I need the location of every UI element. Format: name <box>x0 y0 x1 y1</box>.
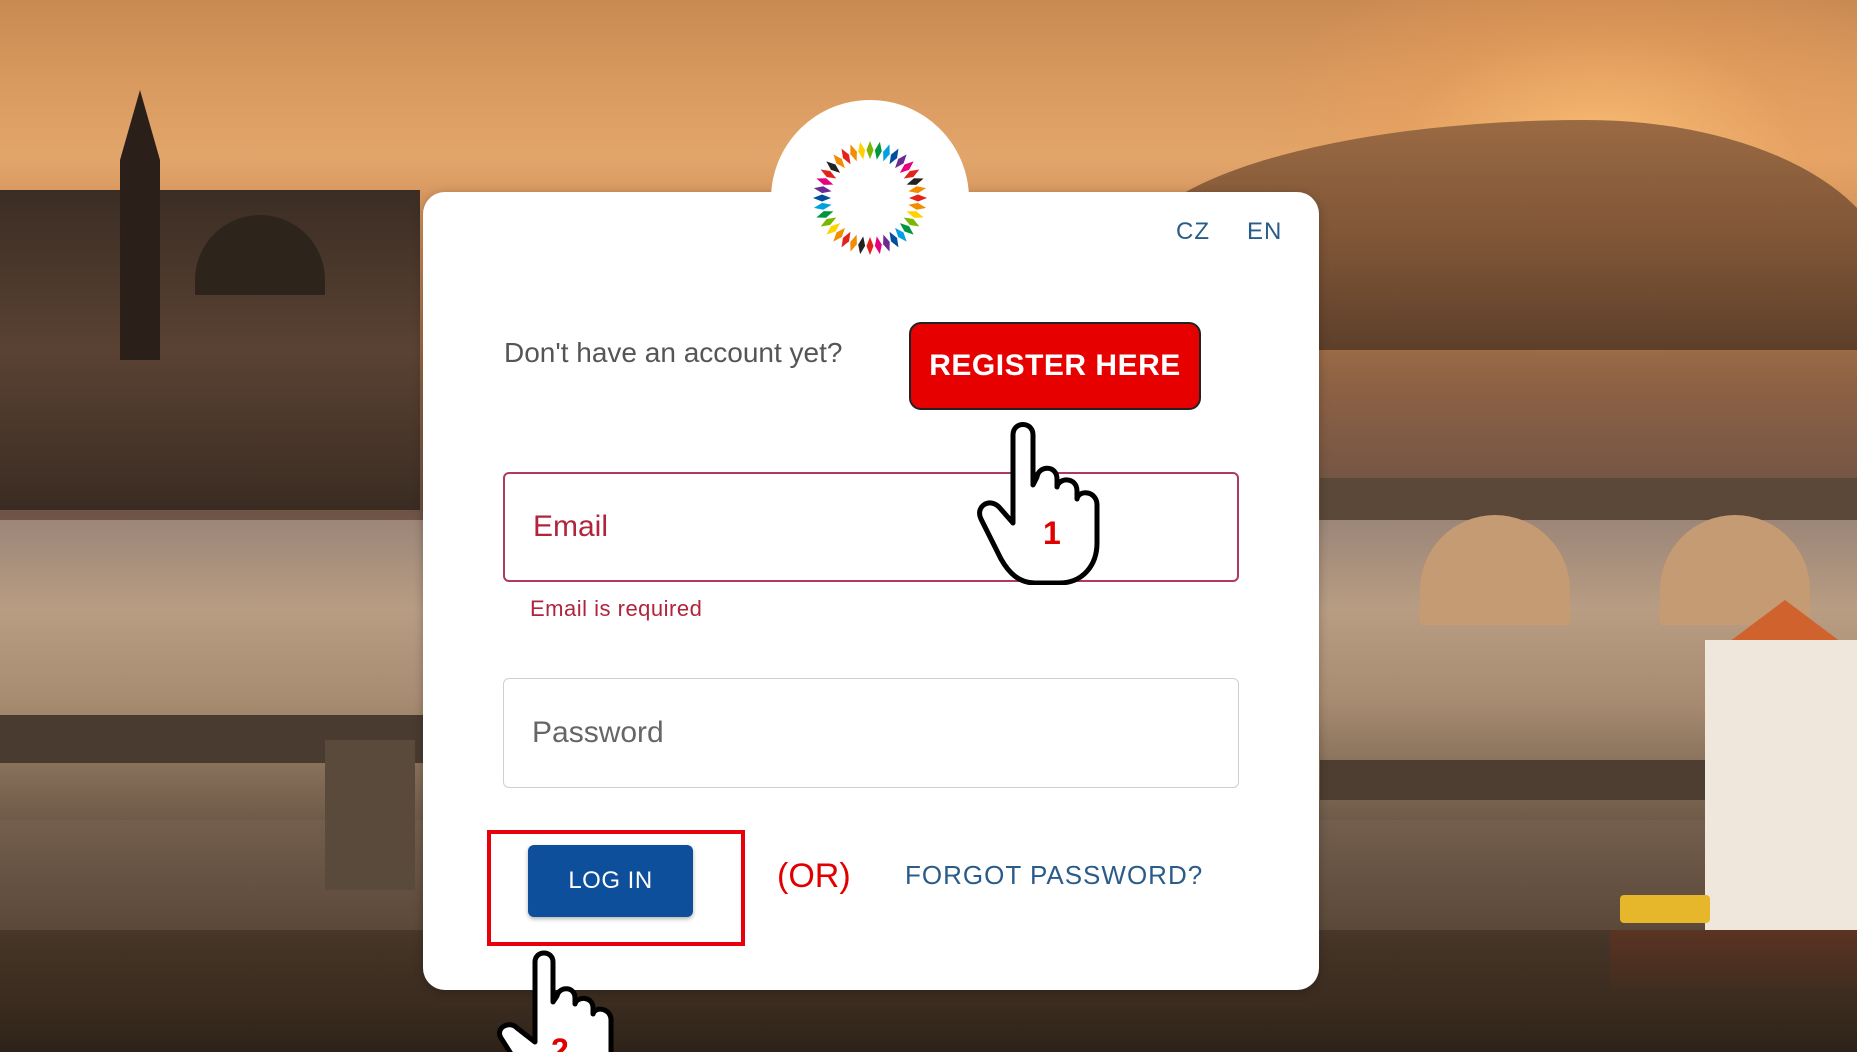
or-label: (OR) <box>777 857 851 895</box>
logo-diamond <box>909 194 927 202</box>
charles-bridge <box>1320 478 1857 520</box>
language-en-link[interactable]: EN <box>1247 218 1282 246</box>
email-placeholder: Email <box>533 510 609 543</box>
logo-diamond <box>866 237 874 255</box>
logo-diamond <box>874 141 882 160</box>
step-2-label: 2 <box>551 1032 569 1052</box>
logo-diamond <box>858 141 866 160</box>
logo-diamond <box>858 236 866 255</box>
no-account-prompt: Don't have an account yet? <box>504 337 843 368</box>
logo-diamond <box>813 186 832 194</box>
bridge-right-low <box>1320 760 1720 800</box>
pointing-hand-icon <box>977 422 1100 585</box>
log-in-button[interactable]: LOG IN <box>528 845 693 917</box>
logo-diamond <box>874 236 882 255</box>
white-house <box>1705 640 1857 940</box>
logo-diamond <box>908 186 927 194</box>
password-placeholder: Password <box>532 716 664 749</box>
bridge-pillar <box>325 740 415 890</box>
logo-diamond <box>813 202 832 210</box>
language-cz-link[interactable]: CZ <box>1176 218 1210 246</box>
step-1-label: 1 <box>1043 515 1061 551</box>
spire-tower <box>120 90 160 360</box>
email-field[interactable]: Email <box>503 472 1239 582</box>
tram <box>1620 895 1710 923</box>
logo-diamond <box>866 141 874 159</box>
forgot-password-link[interactable]: FORGOT PASSWORD? <box>905 860 1203 891</box>
logo-diamond <box>908 202 927 210</box>
password-field[interactable]: Password <box>503 678 1239 788</box>
logo-diamond <box>813 194 831 202</box>
rainbow-diamond-ring-logo-icon <box>813 141 927 255</box>
register-here-button[interactable]: REGISTER HERE <box>909 322 1201 410</box>
email-error-message: Email is required <box>530 596 703 621</box>
